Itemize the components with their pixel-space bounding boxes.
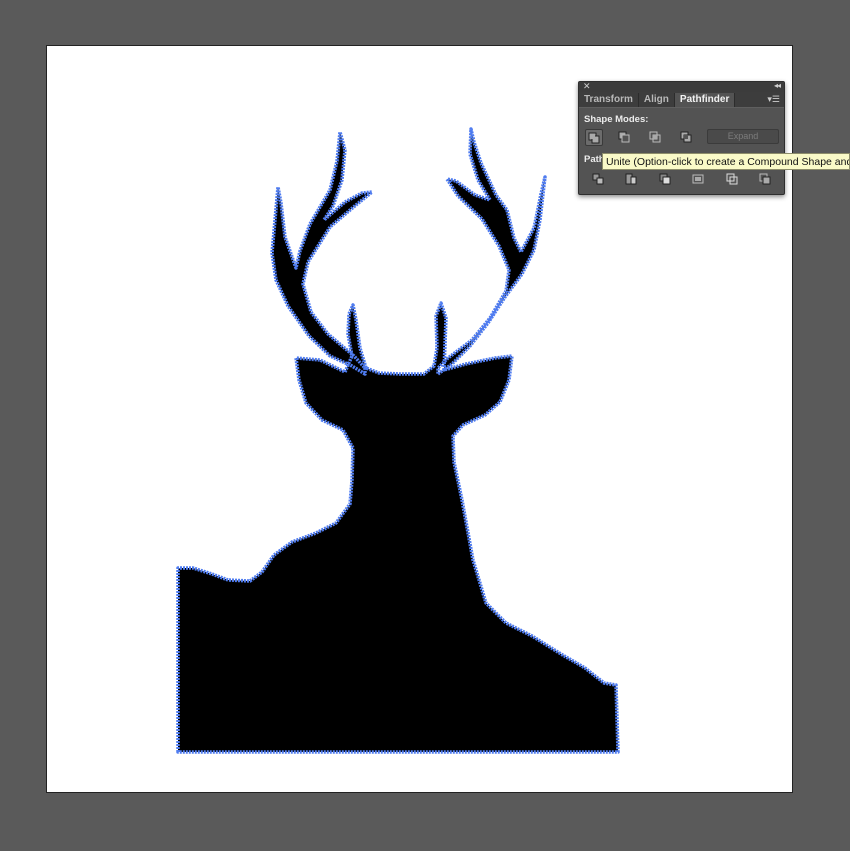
unite-button[interactable] bbox=[585, 129, 603, 146]
divide-button[interactable] bbox=[590, 171, 608, 188]
panel-menu-icon[interactable]: ▾☰ bbox=[767, 93, 780, 105]
crop-button[interactable] bbox=[690, 171, 708, 188]
outline-icon bbox=[726, 173, 738, 185]
unite-icon bbox=[588, 132, 600, 144]
minus-front-button[interactable] bbox=[616, 129, 634, 146]
shape-modes-row: Expand bbox=[579, 129, 786, 149]
pathfinder-panel[interactable]: ✕ ◂◂ Transform Align Pathfinder ▾☰ Shape… bbox=[578, 81, 785, 195]
close-icon[interactable]: ✕ bbox=[583, 80, 591, 92]
double-chevron-icon[interactable]: ◂◂ bbox=[774, 80, 781, 92]
intersect-button[interactable] bbox=[647, 129, 665, 146]
deer-silhouette-shape[interactable] bbox=[176, 127, 620, 754]
trim-icon bbox=[625, 173, 637, 185]
tab-align[interactable]: Align bbox=[639, 93, 675, 107]
minus-back-icon bbox=[759, 173, 771, 185]
minus-back-button[interactable] bbox=[757, 171, 775, 188]
outline-button[interactable] bbox=[724, 171, 742, 188]
unite-tooltip: Unite (Option-click to create a Compound… bbox=[602, 153, 850, 170]
expand-button[interactable]: Expand bbox=[707, 129, 779, 144]
divide-icon bbox=[592, 173, 604, 185]
exclude-icon bbox=[680, 131, 692, 143]
trim-button[interactable] bbox=[623, 171, 641, 188]
crop-icon bbox=[692, 174, 704, 184]
merge-icon bbox=[659, 173, 671, 185]
tab-transform[interactable]: Transform bbox=[579, 93, 639, 107]
panel-title-bar[interactable]: ✕ ◂◂ bbox=[579, 80, 784, 92]
intersect-icon bbox=[649, 131, 661, 143]
shape-modes-label: Shape Modes: bbox=[584, 114, 649, 125]
merge-button[interactable] bbox=[657, 171, 675, 188]
pathfinders-row bbox=[579, 171, 786, 191]
panel-tab-bar: Transform Align Pathfinder ▾☰ bbox=[579, 92, 784, 108]
tab-pathfinder[interactable]: Pathfinder bbox=[674, 93, 736, 107]
minus-front-icon bbox=[618, 131, 630, 143]
exclude-button[interactable] bbox=[678, 129, 696, 146]
